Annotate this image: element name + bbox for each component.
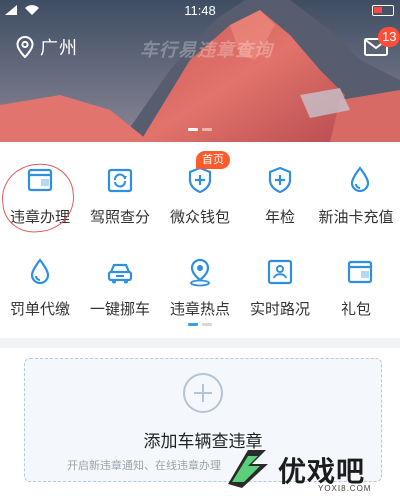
license-refresh-icon [107, 168, 133, 193]
road-condition-icon [267, 259, 293, 285]
status-bar: 11:48 [0, 0, 400, 22]
section-divider [0, 338, 400, 348]
hotspot-pin-icon [190, 258, 210, 287]
service-annual-inspection[interactable]: 年检 [240, 154, 320, 250]
top-banner[interactable]: 11:48 广州 车行易违章查询 13 [0, 0, 400, 142]
service-wallet[interactable]: 首页 微众钱包 [160, 151, 240, 250]
add-plus-icon[interactable] [183, 373, 223, 413]
city-label: 广州 [40, 38, 78, 58]
service-gift-pack[interactable]: 礼包 [320, 246, 400, 342]
add-vehicle-subtitle: 开启新违章通知、在线违章办理 [67, 460, 221, 472]
service-license-points[interactable]: 驾照查分 [80, 154, 160, 250]
service-label: 微众钱包 [169, 209, 230, 226]
watermark-url: YOXI8.COM [318, 484, 372, 493]
banner-pager [0, 128, 400, 131]
service-live-traffic[interactable]: 实时路况 [240, 246, 320, 342]
fuel-drop-icon [350, 166, 370, 193]
location-pin-icon [16, 36, 34, 58]
battery-icon [372, 5, 394, 16]
pager-dot [188, 323, 198, 326]
service-violation-hotspot[interactable]: 违章热点 [160, 246, 240, 342]
grid-pager [0, 323, 400, 326]
city-selector[interactable]: 广州 [16, 34, 78, 60]
inspection-shield-icon [268, 166, 292, 194]
service-fine-payment[interactable]: 罚单代缴 [0, 246, 80, 342]
pager-dot [202, 128, 212, 131]
service-fuel-card[interactable]: 新油卡充值 [318, 154, 400, 250]
service-label: 年检 [264, 209, 295, 226]
car-move-icon [107, 263, 133, 284]
service-move-car[interactable]: 一键挪车 [80, 246, 160, 342]
gift-card-icon [347, 260, 373, 284]
logo-mark-icon [228, 450, 268, 488]
service-label: 罚单代缴 [9, 301, 70, 318]
service-label: 实时路况 [249, 301, 310, 318]
clock: 11:48 [184, 3, 216, 18]
home-badge: 首页 [196, 151, 230, 169]
site-watermark-logo: 优戏吧 YOXI8.COM [220, 440, 400, 496]
service-label: 新油卡充值 [318, 209, 394, 226]
service-label: 礼包 [340, 301, 371, 318]
service-label: 违章热点 [169, 301, 230, 318]
banner-text: 车行易违章查询 [140, 40, 273, 60]
pager-dot [202, 323, 212, 326]
unread-badge: 13 [378, 27, 400, 47]
service-label: 一键挪车 [89, 301, 150, 318]
fine-drop-icon [30, 258, 50, 285]
service-label: 驾照查分 [89, 209, 150, 226]
pager-dot [188, 128, 198, 131]
service-row: 罚单代缴 一键挪车 违章热点 实时路况 礼包 [0, 246, 400, 342]
